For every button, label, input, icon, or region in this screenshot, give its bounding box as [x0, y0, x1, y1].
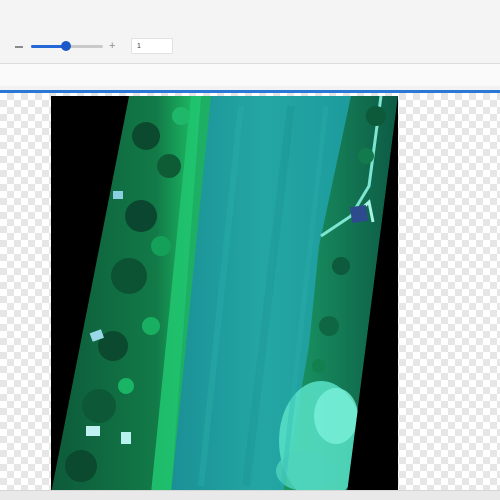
zoom-slider[interactable]: [31, 41, 103, 51]
status-bar: [0, 490, 500, 500]
plus-icon[interactable]: +: [109, 41, 115, 52]
zoom-slider-thumb[interactable]: [60, 41, 71, 51]
minus-icon[interactable]: [15, 46, 23, 48]
satellite-image: [51, 96, 398, 493]
image-viewer-app: +: [0, 0, 500, 500]
image-canvas[interactable]: [0, 90, 500, 493]
view-actions-bar: [0, 64, 500, 144]
toolbar: +: [0, 0, 500, 62]
zoom-input[interactable]: [131, 38, 173, 54]
